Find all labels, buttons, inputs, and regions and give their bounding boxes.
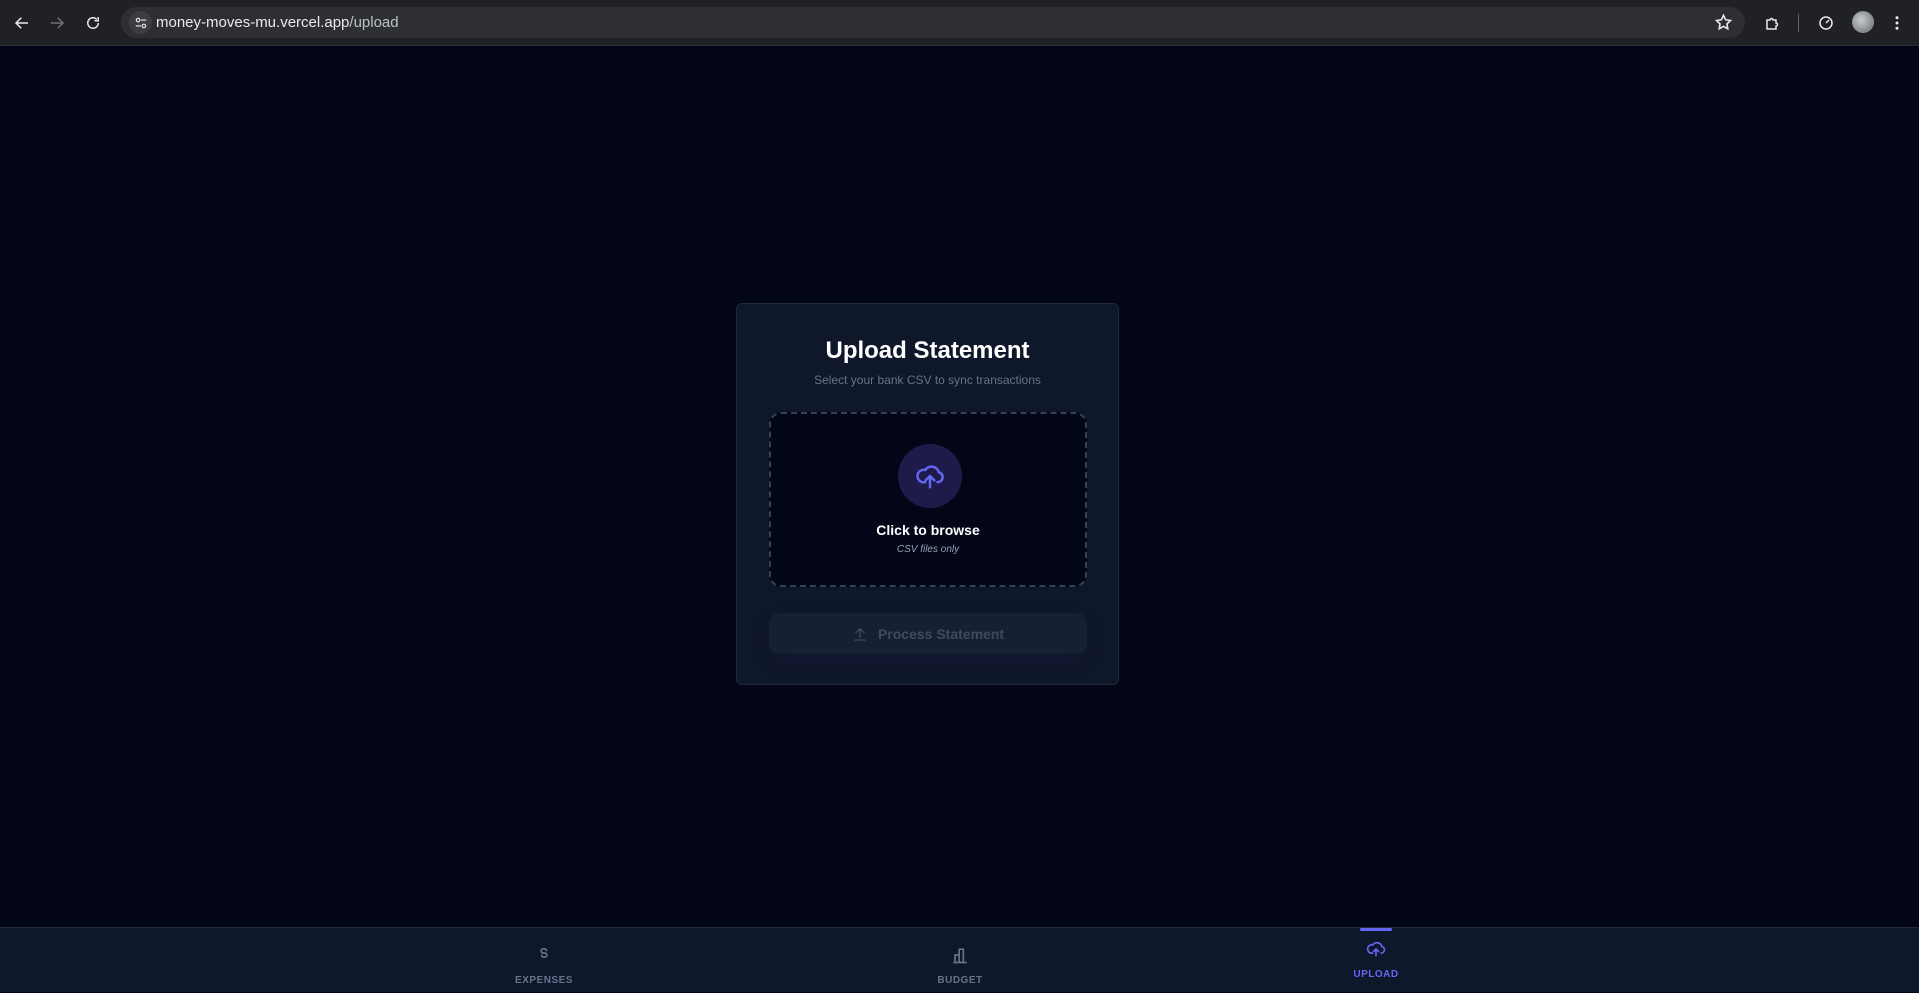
nav-label-budget: BUDGET (937, 975, 983, 986)
reload-icon (87, 17, 99, 29)
dropzone-label: Click to browse (876, 522, 980, 538)
performance-button[interactable] (1815, 12, 1837, 34)
bookmark-star-icon[interactable] (1714, 13, 1733, 32)
arrow-right-icon (51, 17, 65, 29)
address-bar[interactable]: money-moves-mu.vercel.app/upload (121, 7, 1745, 38)
dollar-icon (540, 948, 548, 958)
url-text[interactable]: money-moves-mu.vercel.app/upload (156, 14, 399, 31)
back-button[interactable] (9, 10, 35, 36)
url-path: /upload (349, 14, 399, 31)
site-info-button[interactable] (129, 11, 152, 34)
upload-card: Upload Statement Select your bank CSV to… (736, 303, 1119, 685)
nav-item-budget[interactable]: BUDGET (900, 928, 1020, 993)
active-tab-indicator (1360, 928, 1392, 931)
page-subtitle: Select your bank CSV to sync transaction… (814, 373, 1041, 387)
cloud-upload-icon (1366, 941, 1386, 957)
upload-arrow-icon (853, 627, 866, 641)
nav-item-expenses[interactable]: EXPENSES (484, 928, 604, 993)
nav-item-upload[interactable]: UPLOAD (1316, 928, 1436, 993)
puzzle-icon (1766, 17, 1779, 30)
extensions-button[interactable] (1762, 12, 1784, 34)
url-host: money-moves-mu.vercel.app (156, 14, 350, 31)
page-content: Upload Statement Select your bank CSV to… (0, 47, 1919, 927)
nav-label-expenses: EXPENSES (515, 975, 573, 986)
file-dropzone[interactable]: Click to browse CSV files only (769, 412, 1087, 587)
tune-icon (135, 17, 146, 28)
reload-button[interactable] (80, 10, 106, 36)
profile-avatar[interactable] (1852, 11, 1874, 33)
cloud-upload-icon (916, 465, 944, 489)
kebab-menu-icon (1895, 16, 1899, 30)
browser-menu-button[interactable] (1886, 12, 1908, 34)
bar-chart-icon (953, 948, 967, 964)
dropzone-hint: CSV files only (896, 544, 960, 555)
browser-toolbar: money-moves-mu.vercel.app/upload (0, 0, 1919, 46)
speedometer-icon (1819, 16, 1833, 30)
page-title: Upload Statement (825, 337, 1030, 364)
nav-label-upload: UPLOAD (1353, 969, 1399, 980)
process-statement-label: Process Statement (877, 625, 1005, 642)
toolbar-separator (1798, 14, 1799, 32)
process-statement-button[interactable]: Process Statement (769, 613, 1087, 654)
forward-button[interactable] (44, 10, 70, 36)
bottom-navigation: EXPENSES BUDGET UPLOAD (0, 927, 1919, 992)
arrow-left-icon (14, 17, 28, 29)
upload-icon-circle (898, 444, 962, 508)
